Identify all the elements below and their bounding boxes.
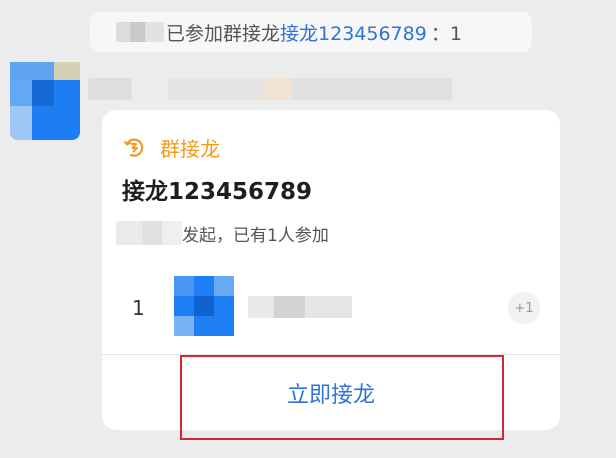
status-text: 发起，已有1人参加 [182, 225, 329, 246]
participant-number: 1 [132, 296, 145, 320]
participant-row: 1 +1 [102, 276, 560, 336]
relay-status: 发起，已有1人参加 [116, 220, 329, 246]
card-type-label: 群接龙 [160, 136, 220, 161]
blurred-username [116, 22, 164, 42]
blurred-sender-name [88, 78, 452, 100]
relay-title: 接龙123456789 [122, 179, 313, 205]
relay-icon [124, 138, 144, 157]
notice-count: ：1 [430, 22, 462, 45]
relay-card[interactable]: 群接龙 接龙123456789 发起，已有1人参加 1 +1 立即接龙 [102, 110, 560, 430]
notice-text: 已参加群接龙 [166, 22, 281, 45]
sender-avatar[interactable] [10, 62, 80, 140]
participant-avatar [174, 276, 234, 336]
chat-view: 已参加群接龙 接龙123456789 ：1 群接龙 接龙123456789 发起… [0, 0, 616, 458]
relay-link[interactable]: 接龙123456789 [280, 19, 427, 46]
system-notice: 已参加群接龙 接龙123456789 ：1 [90, 12, 532, 52]
plus-one-badge[interactable]: +1 [508, 292, 540, 324]
blurred-initiator [116, 221, 182, 245]
card-header: 群接龙 [122, 132, 220, 162]
blurred-participant-name [248, 296, 352, 318]
join-relay-button[interactable]: 立即接龙 [102, 355, 560, 430]
